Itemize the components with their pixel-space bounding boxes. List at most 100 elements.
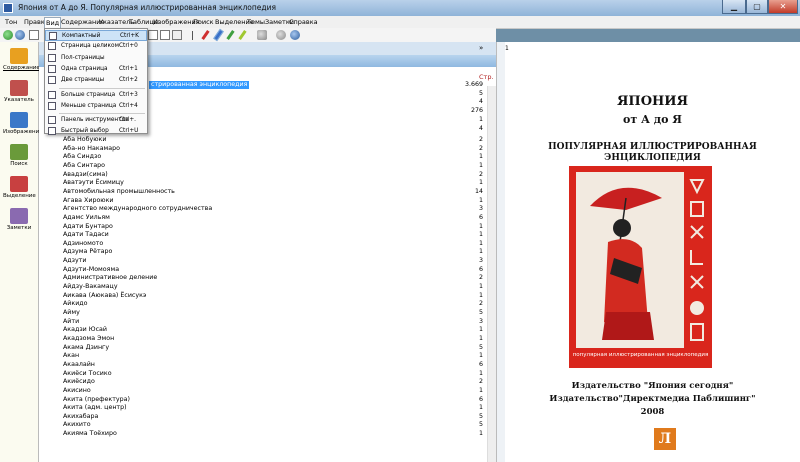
print-icon[interactable] bbox=[29, 30, 39, 40]
forward-icon[interactable] bbox=[15, 30, 25, 40]
list-item-page: 6 bbox=[478, 213, 483, 221]
view-menu-item-5[interactable]: Две страницы Ctrl+2 bbox=[45, 75, 147, 86]
green-pen-icon[interactable] bbox=[226, 30, 235, 40]
list-item-name: Акита (адм. центр) bbox=[63, 404, 127, 412]
sidebar-item-2[interactable]: Указатель bbox=[3, 80, 35, 103]
one-page-icon[interactable] bbox=[148, 30, 158, 40]
next-page-icon[interactable] bbox=[290, 30, 300, 40]
list-item-page: 3 bbox=[478, 257, 483, 265]
list-item[interactable]: Акисино 1 bbox=[63, 387, 483, 395]
view-menu-item-2[interactable]: Страница целиком Ctrl+0 bbox=[45, 41, 147, 52]
list-item[interactable]: Аикава (Аюкава) Ёсисукэ 1 bbox=[63, 292, 483, 300]
menu-1[interactable]: Тон bbox=[4, 17, 18, 27]
list-item-page: 1 bbox=[478, 231, 483, 239]
view-menu-item-8[interactable]: Панель инструментов Ctrl+. bbox=[45, 115, 147, 126]
list-item[interactable]: Акан 1 bbox=[63, 352, 483, 360]
list-item[interactable]: Айти 3 bbox=[63, 318, 483, 326]
list-item[interactable]: Агентство международного сотрудничества 3 bbox=[63, 205, 483, 213]
list-item[interactable]: Айдзу-Вакамацу 1 bbox=[63, 283, 483, 291]
list-item[interactable]: Акияма Тоёхиро 1 bbox=[63, 430, 483, 438]
list-item-page: 6 bbox=[478, 360, 483, 368]
list-item-page: 1 bbox=[478, 179, 483, 187]
minimize-button[interactable]: ▁ bbox=[722, 0, 746, 14]
list-item-page: 2 bbox=[478, 300, 483, 308]
fit-page-icon[interactable] bbox=[172, 30, 182, 40]
view-menu-item-shortcut: Ctrl+1 bbox=[119, 65, 138, 72]
list-item[interactable]: Аба Синдзо 1 bbox=[63, 153, 483, 161]
list-item-name: Аба Синтаро bbox=[63, 161, 106, 169]
list-item[interactable]: Адзиномото 1 bbox=[63, 240, 483, 248]
red-pen-icon[interactable] bbox=[201, 30, 210, 40]
page-marker: 1 bbox=[505, 45, 509, 52]
list-item[interactable]: Акита (префектура) 6 bbox=[63, 396, 483, 404]
text-cursor-icon[interactable] bbox=[192, 31, 193, 40]
list-item[interactable]: Адати Тадаси 1 bbox=[63, 231, 483, 239]
yellow-pen-icon[interactable] bbox=[238, 30, 247, 40]
list-item[interactable]: Акита (адм. центр) 1 bbox=[63, 404, 483, 412]
view-menu-item-1[interactable]: Компактный Ctrl+K bbox=[45, 30, 147, 41]
list-item[interactable]: Акиёсидо 2 bbox=[63, 378, 483, 386]
list-item[interactable]: Акихито 5 bbox=[63, 421, 483, 429]
list-item[interactable]: Автомобильная промышленность 14 bbox=[63, 188, 483, 196]
list-item[interactable]: Аватэути Ёсимицу 1 bbox=[63, 179, 483, 187]
list-item[interactable]: Аба Синтаро 1 bbox=[63, 162, 483, 170]
eraser-icon[interactable] bbox=[257, 30, 267, 40]
two-pages-icon[interactable] bbox=[160, 30, 170, 40]
list-item[interactable]: Адамс Уильям 6 bbox=[63, 214, 483, 222]
view-menu-item-4[interactable]: Одна страница Ctrl+1 bbox=[45, 64, 147, 75]
view-menu-item-9[interactable]: Быстрый выбор Ctrl+U bbox=[45, 126, 147, 137]
menu-12[interactable]: Справка bbox=[288, 17, 319, 27]
larger-page-icon bbox=[48, 90, 56, 99]
prev-page-icon[interactable] bbox=[276, 30, 286, 40]
sidebar-item-1[interactable]: Содержание bbox=[3, 48, 40, 71]
list-item[interactable]: Акихабара 5 bbox=[63, 413, 483, 421]
list-item-page: 1 bbox=[478, 153, 483, 161]
list-item-name: Адати Бунтаро bbox=[63, 222, 113, 230]
menu-3[interactable]: Вид bbox=[44, 17, 62, 28]
list-item[interactable]: Акама Дзингу 5 bbox=[63, 344, 483, 352]
view-menu-item-3[interactable]: Пол-страницы bbox=[45, 53, 147, 64]
list-item-page: 2 bbox=[478, 170, 483, 178]
sidebar-item-6[interactable]: Заметки bbox=[3, 208, 35, 231]
list-item-page: 276 bbox=[470, 107, 483, 115]
sidebar-item-3[interactable]: Изображения bbox=[3, 112, 42, 135]
list-item[interactable]: Адзума Рётаро 1 bbox=[63, 248, 483, 256]
list-item[interactable]: Айкидо 2 bbox=[63, 300, 483, 308]
list-item[interactable]: Акадзома Эмон 1 bbox=[63, 335, 483, 343]
list-item[interactable]: Адати Бунтаро 1 bbox=[63, 223, 483, 231]
collapse-icon[interactable]: » bbox=[479, 44, 483, 52]
list-item[interactable]: Акаалайн 6 bbox=[63, 361, 483, 369]
list-item[interactable]: Адзути 3 bbox=[63, 257, 483, 265]
list-item-page: 6 bbox=[478, 265, 483, 273]
menu-10[interactable]: Темы bbox=[246, 17, 266, 27]
toolbar-icon bbox=[48, 116, 56, 125]
list-item-page: 1 bbox=[478, 222, 483, 230]
view-menu-item-shortcut: Ctrl+. bbox=[119, 117, 137, 124]
list-item[interactable]: Агава Хироюки 1 bbox=[63, 197, 483, 205]
blue-pen-icon[interactable] bbox=[211, 29, 226, 41]
publication-year: 2008 bbox=[640, 407, 665, 417]
close-button[interactable]: ✕ bbox=[768, 0, 798, 14]
list-item[interactable]: Айму 5 bbox=[63, 309, 483, 317]
list-item[interactable]: Авадзи(сима) 2 bbox=[63, 171, 483, 179]
sidebar-item-5[interactable]: Выделение bbox=[3, 176, 36, 199]
list-item-name: Айму bbox=[63, 309, 80, 316]
list-item-page: 1 bbox=[478, 161, 483, 169]
list-item-page: 3.669 bbox=[464, 81, 483, 88]
list-item[interactable]: Адзути-Момояма 6 bbox=[63, 266, 483, 274]
menu-8[interactable]: Поиск bbox=[192, 17, 215, 27]
view-menu-item-6[interactable]: Больше страница Ctrl+3 bbox=[45, 90, 147, 101]
list-item[interactable]: Административное деление 2 bbox=[63, 274, 483, 282]
list-item[interactable]: Акиёси Тосико 1 bbox=[63, 370, 483, 378]
back-icon[interactable] bbox=[3, 30, 13, 40]
view-menu-item-label: Быстрый выбор bbox=[61, 128, 109, 135]
list-item-name: Айдзу-Вакамацу bbox=[63, 283, 118, 291]
list-item-page: 1 bbox=[478, 352, 483, 360]
list-item[interactable]: Аба-но Накамаро 2 bbox=[63, 145, 483, 153]
sidebar-item-4[interactable]: Поиск bbox=[3, 144, 35, 167]
view-menu-item-shortcut: Ctrl+0 bbox=[119, 43, 138, 50]
view-menu-item-7[interactable]: Меньше страница Ctrl+4 bbox=[45, 101, 147, 112]
list-item[interactable]: Акадзи Юсай 1 bbox=[63, 326, 483, 334]
maximize-button[interactable]: ▢ bbox=[746, 0, 768, 14]
list-item-page: 2 bbox=[478, 274, 483, 282]
